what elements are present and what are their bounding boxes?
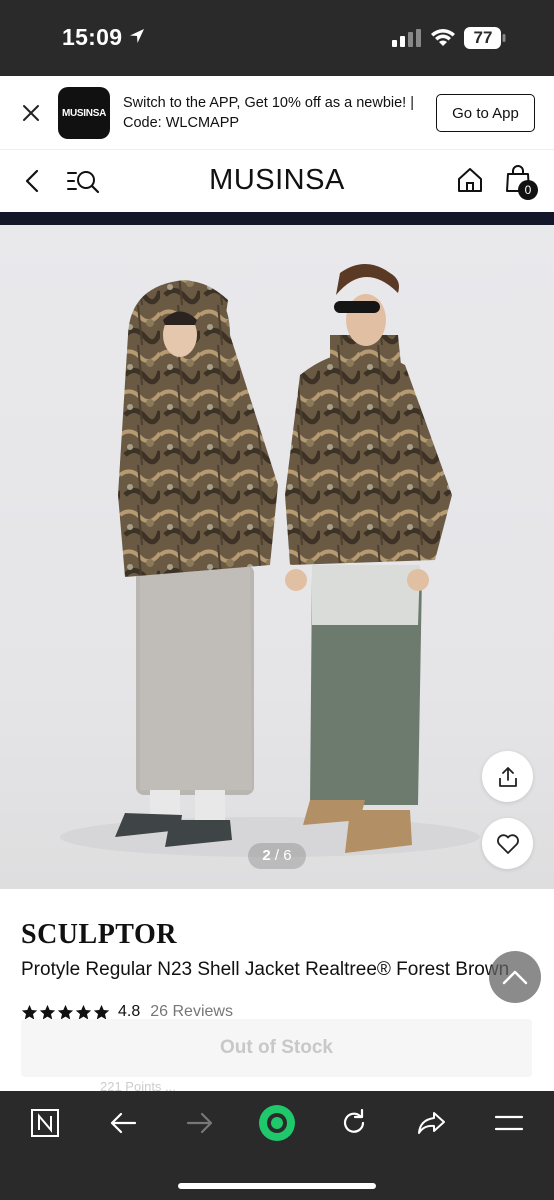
heart-icon [496,833,519,854]
close-icon[interactable] [20,102,42,124]
arrow-left-icon [110,1112,137,1134]
nav-strip [0,212,554,225]
pager-total: 6 [283,847,292,864]
arrow-right-icon [186,1112,213,1134]
scroll-to-top-button[interactable] [489,951,541,1003]
menu-search-icon[interactable] [66,168,102,194]
pager-separator: / [270,847,284,864]
reload-icon [343,1109,365,1133]
app-download-banner: MUSINSA Switch to the APP, Get 10% off a… [0,76,554,150]
home-indicator [178,1183,376,1189]
pager-current: 2 [262,847,271,864]
app-logo: MUSINSA [58,87,110,139]
location-arrow-icon [130,29,144,43]
star-icon [39,1004,56,1020]
star-icon [93,1004,110,1020]
naver-logo-icon [31,1109,59,1137]
share-icon [498,766,517,787]
product-brand[interactable]: SCULPTOR [21,919,177,951]
chevron-up-icon [502,970,528,985]
brand-logo-text[interactable]: MUSINSA [209,164,345,196]
browser-share-button[interactable] [409,1101,453,1145]
banner-message: Switch to the APP, Get 10% off as a newb… [123,95,414,131]
hamburger-menu-icon [494,1115,524,1131]
product-photo [60,264,480,857]
image-pager: 2 / 6 [248,843,306,869]
reload-button[interactable] [332,1101,376,1145]
go-to-app-button[interactable]: Go to App [436,94,535,132]
back-arrow-icon[interactable] [22,168,44,194]
cart-count-badge: 0 [518,180,538,200]
product-name: Protyle Regular N23 Shell Jacket Realtre… [21,959,510,980]
home-icon[interactable] [456,166,484,194]
wishlist-button[interactable] [482,818,533,869]
green-dot-icon [259,1105,295,1141]
star-icon [57,1004,74,1020]
browser-forward-button[interactable] [178,1101,222,1145]
site-header: MUSINSA [0,150,554,212]
browser-back-button[interactable] [101,1101,145,1145]
share-arrow-icon [418,1112,445,1134]
star-icon [75,1004,92,1020]
wifi-icon [431,29,455,46]
battery-level: 77 [473,28,493,47]
product-image-gallery[interactable] [0,225,554,889]
status-time: 15:09 [62,24,123,50]
out-of-stock-button[interactable]: Out of Stock [21,1019,532,1077]
star-icon [21,1004,38,1020]
share-button[interactable] [482,751,533,802]
browser-home-button[interactable] [23,1101,67,1145]
cellular-signal-icon [392,29,421,47]
green-dot-button[interactable] [255,1101,299,1145]
browser-menu-button[interactable] [487,1101,531,1145]
rating-stars [21,1004,110,1021]
status-bar: 15:09 77 [0,0,554,76]
